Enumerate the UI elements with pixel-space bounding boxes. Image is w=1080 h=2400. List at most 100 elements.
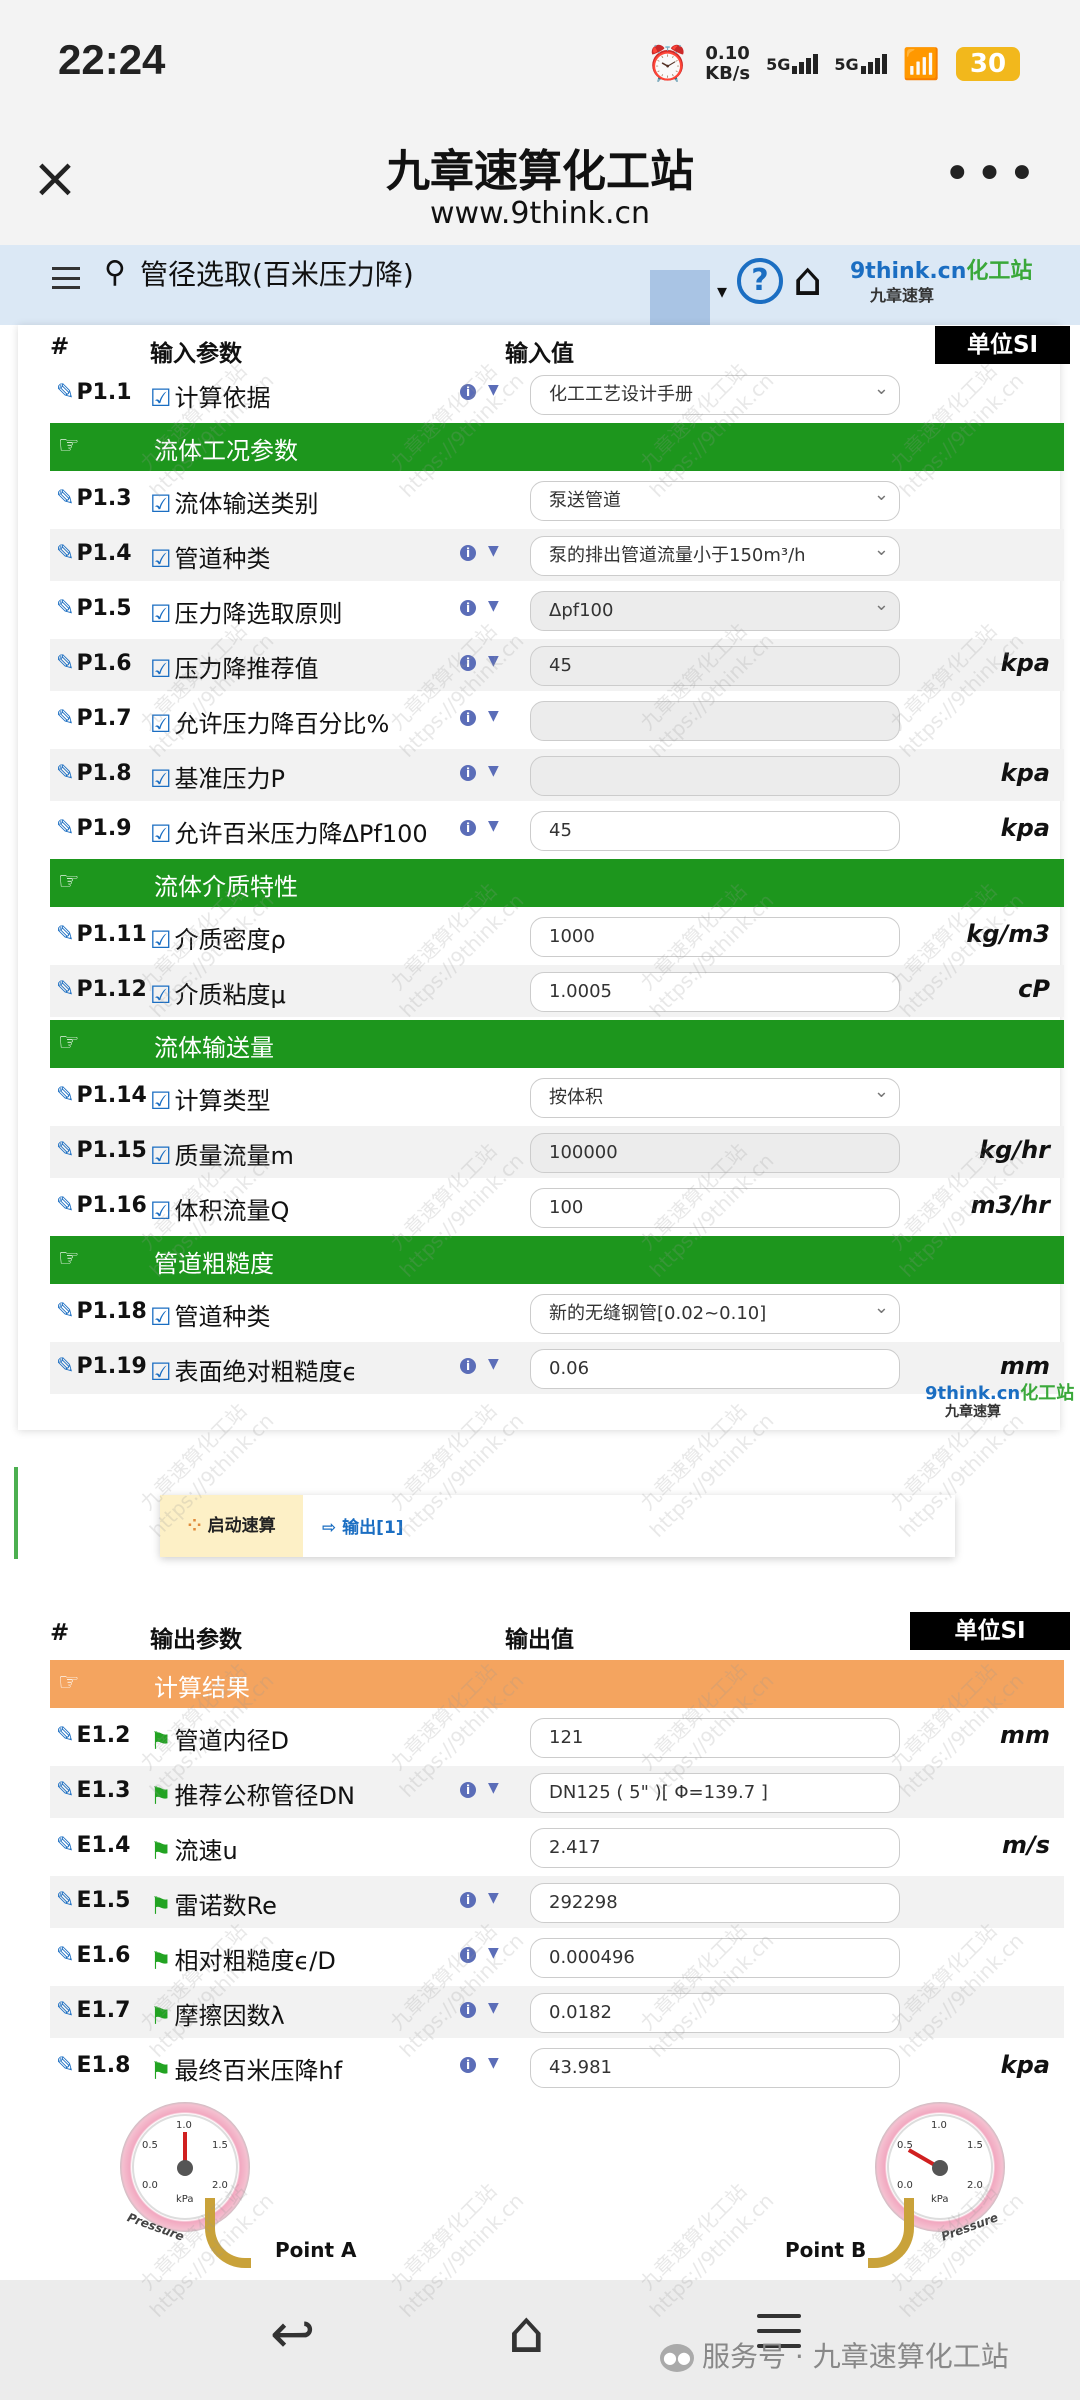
dropdown-arrow-icon[interactable]: ▼ — [488, 1780, 499, 1796]
param-id[interactable]: P1.19 — [56, 1354, 146, 1379]
dropdown-arrow-icon[interactable]: ▼ — [488, 2055, 499, 2071]
checkbox-icon[interactable]: ☑ — [150, 1142, 172, 1170]
param-id[interactable]: P1.9 — [56, 816, 131, 841]
param-id[interactable]: E1.5 — [56, 1888, 130, 1913]
info-icon[interactable]: i — [460, 2002, 476, 2018]
param-id[interactable]: E1.8 — [56, 2053, 130, 2078]
param-id[interactable]: P1.11 — [56, 922, 146, 947]
dropdown-arrow-icon[interactable]: ▼ — [488, 708, 499, 724]
param-id[interactable]: P1.12 — [56, 977, 146, 1002]
info-icon[interactable]: i — [460, 600, 476, 616]
param-input[interactable]: 292298 — [530, 1883, 900, 1923]
section-header[interactable]: ☞ 流体介质特性 — [50, 859, 1064, 907]
param-input[interactable]: 121 — [530, 1718, 900, 1758]
dropdown-arrow-icon[interactable]: ▼ — [488, 763, 499, 779]
param-select[interactable]: 新的无缝钢管[0.02~0.10] — [530, 1289, 900, 1334]
section-header[interactable]: ☞ 计算结果 — [50, 1660, 1064, 1708]
section-header[interactable]: ☞ 管道粗糙度 — [50, 1236, 1064, 1284]
checkbox-icon[interactable]: ☑ — [150, 600, 172, 628]
dropdown-arrow-icon[interactable]: ▼ — [488, 2000, 499, 2016]
info-icon[interactable]: i — [460, 1782, 476, 1798]
param-id[interactable]: E1.3 — [56, 1778, 130, 1803]
param-id[interactable]: P1.8 — [56, 761, 131, 786]
dropdown-arrow-icon[interactable]: ▼ — [488, 818, 499, 834]
param-id[interactable]: E1.7 — [56, 1998, 130, 2023]
param-id[interactable]: P1.4 — [56, 541, 131, 566]
param-id[interactable]: P1.6 — [56, 651, 131, 676]
section-header[interactable]: ☞ 流体输送量 — [50, 1020, 1064, 1068]
output-tab[interactable]: ⇨ 输出[1] — [322, 1513, 404, 1538]
info-icon[interactable]: i — [460, 765, 476, 781]
more-icon[interactable]: ••• — [943, 150, 1040, 198]
dropdown-arrow-icon[interactable]: ▼ — [488, 382, 499, 398]
param-id[interactable]: P1.1 — [56, 380, 131, 405]
info-icon[interactable]: i — [460, 384, 476, 400]
checkbox-icon[interactable]: ☑ — [150, 710, 172, 738]
param-id[interactable]: P1.18 — [56, 1299, 146, 1324]
param-select[interactable]: Δpf100 — [530, 586, 900, 631]
param-id[interactable]: P1.16 — [56, 1193, 146, 1218]
param-select[interactable]: 泵的排出管道流量小于150m³/h — [530, 531, 900, 576]
checkbox-icon[interactable]: ☑ — [150, 545, 172, 573]
menu-icon[interactable] — [52, 267, 80, 289]
info-icon[interactable]: i — [460, 655, 476, 671]
param-id[interactable]: P1.14 — [56, 1083, 146, 1108]
dropdown-arrow-icon[interactable]: ▼ — [488, 1945, 499, 1961]
checkbox-icon[interactable]: ☑ — [150, 926, 172, 954]
home-nav-icon[interactable]: ⌂ — [508, 2298, 545, 2366]
start-calc-button[interactable]: ⁘ 启动速算 — [160, 1495, 303, 1557]
param-id[interactable]: E1.2 — [56, 1723, 130, 1748]
param-input[interactable]: 0.0182 — [530, 1993, 900, 2033]
caret-down-icon[interactable]: ▾ — [717, 279, 727, 303]
checkbox-icon[interactable]: ☑ — [150, 820, 172, 848]
info-icon[interactable]: i — [460, 820, 476, 836]
param-input[interactable]: 1.0005 — [530, 972, 900, 1012]
home-icon[interactable]: ⌂ — [793, 254, 822, 304]
checkbox-icon[interactable]: ☑ — [150, 1197, 172, 1225]
param-select[interactable]: 泵送管道 — [530, 476, 900, 521]
param-input[interactable]: 2.417 — [530, 1828, 900, 1868]
checkbox-icon[interactable]: ☑ — [150, 1087, 172, 1115]
dropdown-arrow-icon[interactable]: ▼ — [488, 598, 499, 614]
param-input[interactable]: 100000 — [530, 1133, 900, 1173]
checkbox-icon[interactable]: ☑ — [150, 490, 172, 518]
dropdown-arrow-icon[interactable]: ▼ — [488, 543, 499, 559]
param-input[interactable] — [530, 701, 900, 741]
checkbox-icon[interactable]: ☑ — [150, 384, 172, 412]
param-id[interactable]: P1.15 — [56, 1138, 146, 1163]
param-id[interactable]: P1.7 — [56, 706, 131, 731]
info-icon[interactable]: i — [460, 1892, 476, 1908]
checkbox-icon[interactable]: ☑ — [150, 765, 172, 793]
param-id[interactable]: E1.4 — [56, 1833, 130, 1858]
dropdown-arrow-icon[interactable]: ▼ — [488, 653, 499, 669]
checkbox-icon[interactable]: ☑ — [150, 1358, 172, 1386]
param-select[interactable]: 化工工艺设计手册 — [530, 370, 900, 415]
param-input[interactable]: DN125 ( 5" )[ Φ=139.7 ] — [530, 1773, 900, 1813]
param-input[interactable]: 43.981 — [530, 2048, 900, 2088]
info-icon[interactable]: i — [460, 2057, 476, 2073]
param-input[interactable]: 1000 — [530, 917, 900, 957]
help-icon[interactable]: ? — [737, 258, 783, 304]
param-input[interactable]: 100 — [530, 1188, 900, 1228]
param-input[interactable]: 0.06 — [530, 1349, 900, 1389]
info-icon[interactable]: i — [460, 1358, 476, 1374]
checkbox-icon[interactable]: ☑ — [150, 981, 172, 1009]
info-icon[interactable]: i — [460, 545, 476, 561]
language-select[interactable] — [650, 270, 710, 325]
param-id[interactable]: E1.6 — [56, 1943, 130, 1968]
param-input[interactable] — [530, 756, 900, 796]
param-select[interactable]: 按体积 — [530, 1073, 900, 1118]
checkbox-icon[interactable]: ☑ — [150, 655, 172, 683]
dropdown-arrow-icon[interactable]: ▼ — [488, 1356, 499, 1372]
param-input[interactable]: 45 — [530, 646, 900, 686]
info-icon[interactable]: i — [460, 710, 476, 726]
checkbox-icon[interactable]: ☑ — [150, 1303, 172, 1331]
param-input[interactable]: 45 — [530, 811, 900, 851]
back-icon[interactable]: ↩ — [270, 2302, 315, 2365]
info-icon[interactable]: i — [460, 1947, 476, 1963]
dropdown-arrow-icon[interactable]: ▼ — [488, 1890, 499, 1906]
param-id[interactable]: P1.5 — [56, 596, 131, 621]
section-header[interactable]: ☞ 流体工况参数 — [50, 423, 1064, 471]
param-id[interactable]: P1.3 — [56, 486, 131, 511]
param-input[interactable]: 0.000496 — [530, 1938, 900, 1978]
